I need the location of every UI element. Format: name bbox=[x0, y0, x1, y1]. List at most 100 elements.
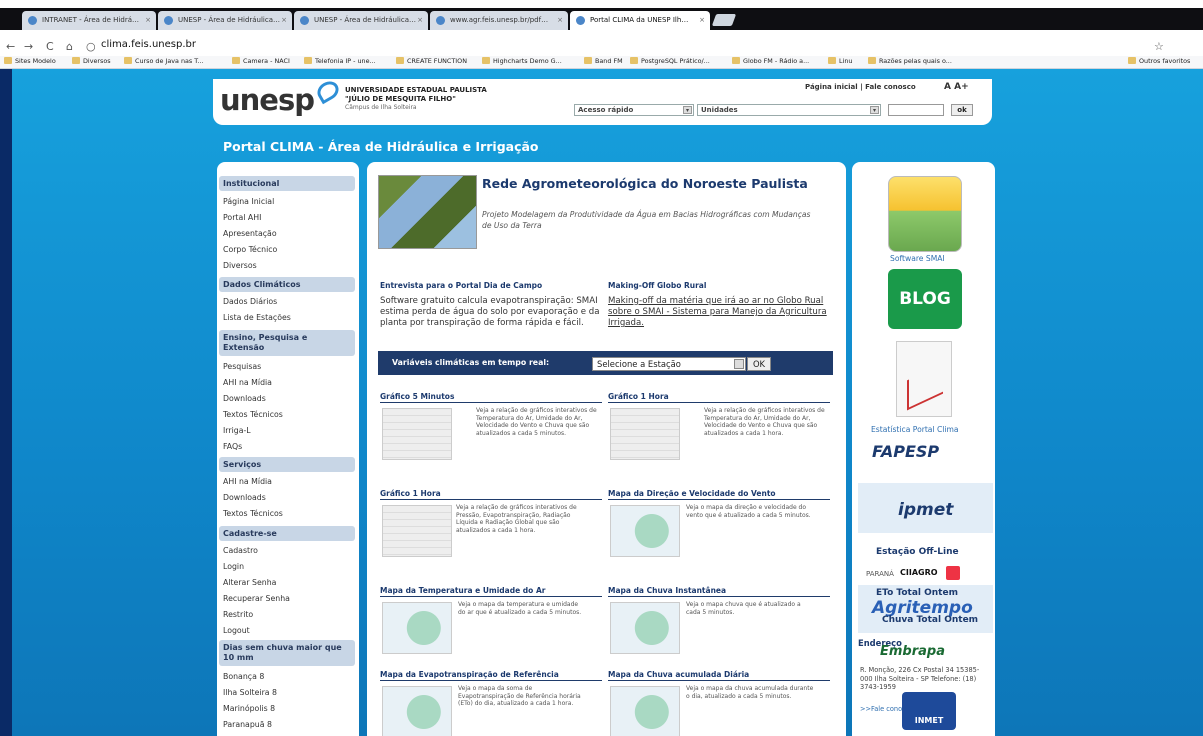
article-heading-making-off[interactable]: Making-Off Globo Rural bbox=[608, 281, 706, 290]
section-text: Veja a relação de gráficos interativos d… bbox=[704, 407, 825, 437]
chart-thumbnail[interactable] bbox=[382, 408, 452, 460]
sidebar-item[interactable]: Página Inicial bbox=[223, 197, 274, 206]
sidebar-item[interactable]: Recuperar Senha bbox=[223, 594, 290, 603]
forward-icon[interactable]: → bbox=[24, 40, 33, 53]
sidebar-item[interactable]: Textos Técnicos bbox=[223, 509, 283, 518]
sidebar-item[interactable]: Diversos bbox=[223, 261, 257, 270]
sidebar-item[interactable]: Corpo Técnico bbox=[223, 245, 277, 254]
institution-subname: "JÚLIO DE MESQUITA FILHO" bbox=[345, 95, 456, 103]
section-heading[interactable]: Gráfico 1 Hora bbox=[608, 392, 830, 403]
article-heading-entrevista[interactable]: Entrevista para o Portal Dia de Campo bbox=[380, 281, 542, 290]
sidebar-item[interactable]: Downloads bbox=[223, 493, 266, 502]
section-heading[interactable]: Mapa da Direção e Velocidade do Vento bbox=[608, 489, 830, 500]
section-text: Veja o mapa da temperatura e umidade do … bbox=[458, 601, 582, 616]
sidebar-item[interactable]: Login bbox=[223, 562, 244, 571]
smai-link[interactable]: Software SMAI bbox=[890, 254, 945, 263]
inmet-logo[interactable]: INMET bbox=[902, 692, 956, 730]
page-title: Portal CLIMA - Área de Hidráulica e Irri… bbox=[223, 139, 539, 154]
reload-icon[interactable]: C bbox=[46, 40, 54, 53]
search-ok-button[interactable]: ok bbox=[951, 104, 973, 116]
top-links[interactable]: Página inicial | Fale conosco bbox=[805, 83, 916, 91]
offline-station-link[interactable]: Estação Off-Line bbox=[876, 547, 959, 557]
rain-total-label[interactable]: Chuva Total Ontem bbox=[882, 615, 978, 625]
embrapa-logo[interactable]: Embrapa bbox=[880, 644, 945, 659]
sidebar-item[interactable]: AHI na Mídia bbox=[223, 378, 272, 387]
fapesp-logo[interactable]: FAPESP bbox=[872, 442, 939, 461]
bookmark-item[interactable]: Razões pelas quais o... bbox=[868, 57, 952, 65]
statistics-link[interactable]: Estatística Portal Clima bbox=[871, 425, 959, 434]
bookmark-item[interactable]: Outros favoritos bbox=[1128, 57, 1190, 65]
section-heading[interactable]: Gráfico 1 Hora bbox=[380, 489, 602, 500]
star-icon[interactable]: ☆ bbox=[1154, 40, 1164, 53]
map-thumbnail[interactable] bbox=[382, 602, 452, 654]
sidebar-item[interactable]: Apresentação bbox=[223, 229, 277, 238]
tab-unesp-1[interactable]: UNESP - Área de Hidráulica… × bbox=[158, 11, 292, 30]
bookmark-item[interactable]: CREATE FUNCTION bbox=[396, 57, 467, 65]
station-ok-button[interactable]: OK bbox=[747, 357, 771, 371]
home-icon[interactable]: ⌂ bbox=[66, 40, 73, 53]
ipmet-logo[interactable]: ipmet bbox=[898, 500, 953, 520]
sidebar-item[interactable]: Pesquisas bbox=[223, 362, 261, 371]
unesp-logo[interactable]: unesp bbox=[220, 83, 315, 117]
network-subtitle: Projeto Modelagem da Produtividade da Ág… bbox=[482, 210, 811, 230]
station-photo[interactable] bbox=[378, 175, 477, 249]
sidebar-header-cadastre: Cadastre-se bbox=[219, 526, 355, 541]
statistics-chart-icon[interactable] bbox=[896, 341, 952, 417]
bookmark-item[interactable]: Highcharts Demo G... bbox=[482, 57, 562, 65]
map-thumbnail[interactable] bbox=[610, 602, 680, 654]
sidebar-item[interactable]: Dados Diários bbox=[223, 297, 277, 306]
tab-portal-clima[interactable]: Portal CLIMA da UNESP Ilh… × bbox=[570, 11, 710, 30]
ciiagro-icon[interactable] bbox=[946, 566, 960, 580]
map-thumbnail[interactable] bbox=[610, 505, 680, 557]
sidebar-item[interactable]: AHI na Mídia bbox=[223, 477, 272, 486]
bookmark-item[interactable]: Sites Modelo bbox=[4, 57, 56, 65]
sidebar-item[interactable]: FAQs bbox=[223, 442, 242, 451]
map-thumbnail[interactable] bbox=[610, 686, 680, 736]
bookmark-item[interactable]: Camera - NACI bbox=[232, 57, 290, 65]
sidebar-item[interactable]: Lista de Estações bbox=[223, 313, 291, 322]
tab-agr-pdf[interactable]: www.agr.feis.unesp.br/pdf… × bbox=[430, 11, 568, 30]
sidebar-item[interactable]: Cadastro bbox=[223, 546, 258, 555]
sidebar-item[interactable]: Irriga-L bbox=[223, 426, 251, 435]
url-field[interactable]: clima.feis.unesp.br bbox=[101, 39, 196, 50]
chart-thumbnail[interactable] bbox=[610, 408, 680, 460]
campus-name: Câmpus de Ilha Solteira bbox=[345, 104, 417, 111]
article-link-making-off[interactable]: Making-off da matéria que irá ao ar no G… bbox=[608, 296, 833, 329]
page-icon: ○ bbox=[86, 40, 96, 53]
section-heading[interactable]: Gráfico 5 Minutos bbox=[380, 392, 602, 403]
network-title[interactable]: Rede Agrometeorológica do Noroeste Pauli… bbox=[482, 177, 812, 191]
tab-intranet[interactable]: INTRANET - Área de Hidrá… × bbox=[22, 11, 156, 30]
sidebar-item[interactable]: Portal AHI bbox=[223, 213, 261, 222]
section-text: Veja a relação de gráficos interativos d… bbox=[456, 504, 577, 534]
map-thumbnail[interactable] bbox=[382, 686, 452, 736]
chart-thumbnail[interactable] bbox=[382, 505, 452, 557]
sidebar-item[interactable]: Textos Técnicos bbox=[223, 410, 283, 419]
eto-total-label[interactable]: ETo Total Ontem bbox=[876, 588, 958, 598]
tab-unesp-2[interactable]: UNESP - Área de Hidráulica… × bbox=[294, 11, 428, 30]
units-select[interactable]: Unidades ▾ bbox=[697, 104, 881, 116]
smai-software-icon[interactable] bbox=[888, 176, 962, 252]
sidebar-item[interactable]: Restrito bbox=[223, 610, 253, 619]
section-heading[interactable]: Mapa da Chuva acumulada Diária bbox=[608, 670, 830, 681]
article-text-entrevista: Software gratuito calcula evapotranspira… bbox=[380, 296, 600, 328]
bookmark-item[interactable]: Linu bbox=[828, 57, 852, 65]
section-heading[interactable]: Mapa da Chuva Instantânea bbox=[608, 586, 830, 597]
station-select[interactable]: Selecione a Estação bbox=[592, 357, 746, 371]
font-size-toggle[interactable]: A A+ bbox=[944, 82, 969, 92]
bookmark-item[interactable]: PostgreSQL Prático/... bbox=[630, 57, 710, 65]
back-icon[interactable]: ← bbox=[6, 40, 15, 53]
ciiagro-logo[interactable]: CIIAGRO bbox=[900, 568, 938, 577]
bookmark-item[interactable]: Curso de Java nas T... bbox=[124, 57, 204, 65]
section-heading[interactable]: Mapa da Evapotranspiração de Referência bbox=[380, 670, 602, 681]
sidebar-item[interactable]: Logout bbox=[223, 626, 250, 635]
bookmark-item[interactable]: Diversos bbox=[72, 57, 111, 65]
sidebar-item[interactable]: Downloads bbox=[223, 394, 266, 403]
section-heading[interactable]: Mapa da Temperatura e Umidade do Ar bbox=[380, 586, 602, 597]
sidebar-item[interactable]: Alterar Senha bbox=[223, 578, 276, 587]
bookmark-item[interactable]: Telefonia IP - une... bbox=[304, 57, 376, 65]
quick-access-select[interactable]: Acesso rápido ▾ bbox=[574, 104, 694, 116]
bookmark-item[interactable]: Band FM bbox=[584, 57, 623, 65]
search-input[interactable] bbox=[888, 104, 944, 116]
blog-button[interactable]: BLOG bbox=[888, 269, 962, 329]
bookmark-item[interactable]: Globo FM - Rádio a... bbox=[732, 57, 809, 65]
